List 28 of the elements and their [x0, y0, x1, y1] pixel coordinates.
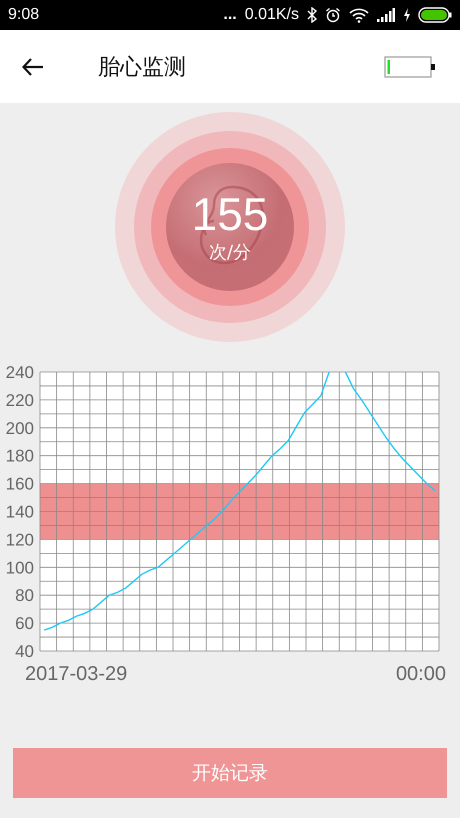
heart-rate-value: 155 — [192, 190, 268, 238]
bluetooth-icon — [307, 7, 317, 23]
y-axis-label: 180 — [6, 446, 34, 466]
alarm-icon — [325, 7, 341, 23]
y-axis-label: 240 — [6, 363, 34, 382]
battery-icon — [418, 7, 452, 23]
y-axis-label: 160 — [6, 474, 34, 494]
y-axis-label: 220 — [6, 390, 34, 410]
clock: 9:08 — [8, 6, 40, 24]
signal-icon — [377, 8, 395, 22]
y-axis-label: 100 — [6, 558, 34, 578]
network-speed: 0.01K/s — [244, 6, 299, 24]
wifi-icon — [349, 8, 369, 22]
charging-icon — [403, 8, 410, 22]
start-recording-button[interactable]: 开始记录 — [13, 748, 447, 798]
y-axis-label: 120 — [6, 530, 34, 550]
heart-rate-unit: 次/分 — [208, 241, 252, 264]
more-indicator: ... — [223, 6, 237, 24]
y-axis-label: 40 — [15, 642, 34, 659]
y-axis-label: 80 — [15, 586, 34, 606]
start-date-label: 2017-03-29 — [25, 663, 128, 686]
end-time-label: 00:00 — [396, 663, 446, 686]
y-axis-label: 60 — [15, 614, 34, 634]
back-arrow-icon — [22, 58, 44, 76]
y-axis-label: 200 — [6, 418, 34, 438]
battery-icon — [384, 56, 436, 78]
y-axis-label: 140 — [6, 502, 34, 522]
page-title: 胎心监测 — [98, 54, 187, 82]
